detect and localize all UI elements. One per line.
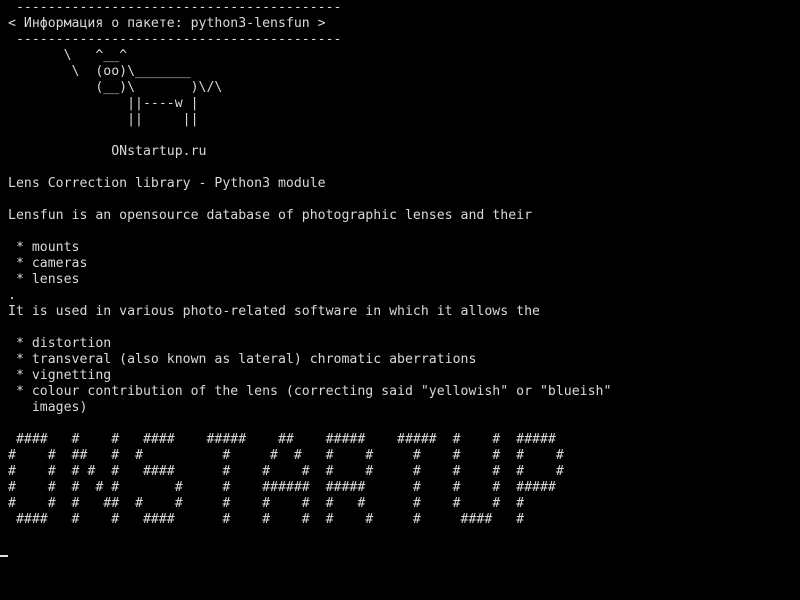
terminal-line-28: #### # # #### ##### ## ##### ##### # # #… [8, 432, 556, 447]
terminal-line-16: * mounts [8, 240, 80, 255]
terminal-line-33: #### # # #### # # # # # # #### # [8, 512, 525, 527]
terminal-line-9 [8, 128, 800, 144]
terminal-line-8: || || [8, 112, 199, 127]
terminal-line-32: # # # ## # # # # # # # # # # # [8, 496, 525, 511]
terminal-line-21 [8, 320, 800, 336]
terminal-line-22: * distortion [8, 336, 112, 351]
terminal-line-4: \ ^__^ [8, 48, 128, 63]
terminal-line-11 [8, 160, 800, 176]
terminal-line-17: * cameras [8, 256, 88, 271]
terminal-line-5: \ (oo)\_______ [8, 64, 191, 79]
terminal-line-24: * vignetting [8, 368, 112, 383]
text-cursor [0, 555, 8, 557]
terminal-line-29: # # ## # # # # # # # # # # # # [8, 448, 564, 463]
terminal-line-26: images) [8, 400, 88, 415]
terminal-line-3: ----------------------------------------… [8, 32, 342, 47]
terminal-line-19: . [8, 288, 16, 303]
terminal-line-15 [8, 224, 800, 240]
terminal-screen[interactable]: ----------------------------------------… [0, 0, 800, 600]
terminal-line-31: # # # # # # # ###### ##### # # # ##### [8, 480, 556, 495]
terminal-line-30: # # # # # #### # # # # # # # # # # [8, 464, 564, 479]
terminal-line-10: ONstartup.ru [8, 144, 207, 159]
terminal-line-25: * colour contribution of the lens (corre… [8, 384, 612, 399]
terminal-line-23: * transveral (also known as lateral) chr… [8, 352, 477, 367]
terminal-line-6: (__)\ )\/\ [8, 80, 223, 95]
terminal-line-18: * lenses [8, 272, 80, 287]
terminal-line-13 [8, 192, 800, 208]
terminal-line-14: Lensfun is an opensource database of pho… [8, 208, 533, 223]
terminal-line-1: ----------------------------------------… [8, 0, 342, 15]
terminal-line-2: < Информация о пакете: python3-lensfun > [8, 16, 326, 31]
terminal-line-12: Lens Correction library - Python3 module [8, 176, 326, 191]
terminal-line-7: ||----w | [8, 96, 199, 111]
terminal-line-27 [8, 416, 800, 432]
terminal-line-20: It is used in various photo-related soft… [8, 304, 540, 319]
